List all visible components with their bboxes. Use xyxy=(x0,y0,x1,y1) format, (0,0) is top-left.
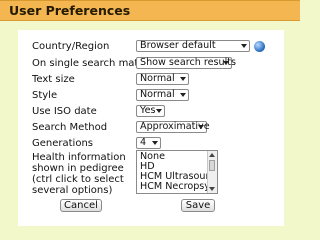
iso-date-value: Yes xyxy=(140,105,156,116)
chevron-down-icon xyxy=(152,141,158,145)
list-item[interactable]: HCM Necropsy xyxy=(140,182,210,192)
generations-label: Generations xyxy=(32,138,93,149)
chevron-down-icon xyxy=(180,93,186,97)
cancel-button[interactable]: Cancel xyxy=(60,199,102,212)
style-label: Style xyxy=(32,90,58,101)
save-button[interactable]: Save xyxy=(181,199,215,212)
scroll-up-icon[interactable] xyxy=(209,153,215,157)
scrollbar[interactable] xyxy=(207,151,217,193)
country-region-label: Country/Region xyxy=(32,41,110,52)
country-region-value: Browser default xyxy=(140,40,216,51)
scroll-down-icon[interactable] xyxy=(209,187,215,191)
globe-icon xyxy=(254,41,265,52)
iso-date-label: Use ISO date xyxy=(32,106,97,117)
generations-value: 4 xyxy=(140,137,147,148)
iso-date-select[interactable]: Yes xyxy=(136,105,165,117)
country-region-select[interactable]: Browser default xyxy=(136,40,250,52)
health-label-line-4: several options) xyxy=(32,185,113,196)
chevron-down-icon xyxy=(156,109,162,113)
text-size-value: Normal xyxy=(140,73,175,84)
chevron-down-icon xyxy=(198,125,204,129)
single-search-match-label: On single search match xyxy=(32,58,151,69)
search-method-select[interactable]: Approximative xyxy=(136,121,210,133)
chevron-down-icon xyxy=(180,77,186,81)
search-method-label: Search Method xyxy=(32,122,108,133)
page-title: User Preferences xyxy=(9,3,131,18)
health-info-listbox[interactable]: None HD HCM Ultrasound HCM Necropsy xyxy=(136,150,218,194)
text-size-select[interactable]: Normal xyxy=(136,73,189,85)
style-select[interactable]: Normal xyxy=(136,89,189,101)
chevron-down-icon xyxy=(223,61,229,65)
text-size-label: Text size xyxy=(32,74,75,85)
single-search-match-value: Show search results xyxy=(140,57,236,68)
chevron-down-icon xyxy=(241,44,247,48)
generations-select[interactable]: 4 xyxy=(136,137,161,149)
scrollbar-thumb[interactable] xyxy=(209,160,215,171)
style-value: Normal xyxy=(140,89,175,100)
header-bar: User Preferences xyxy=(0,0,300,21)
single-search-match-select[interactable]: Show search results xyxy=(136,57,236,69)
